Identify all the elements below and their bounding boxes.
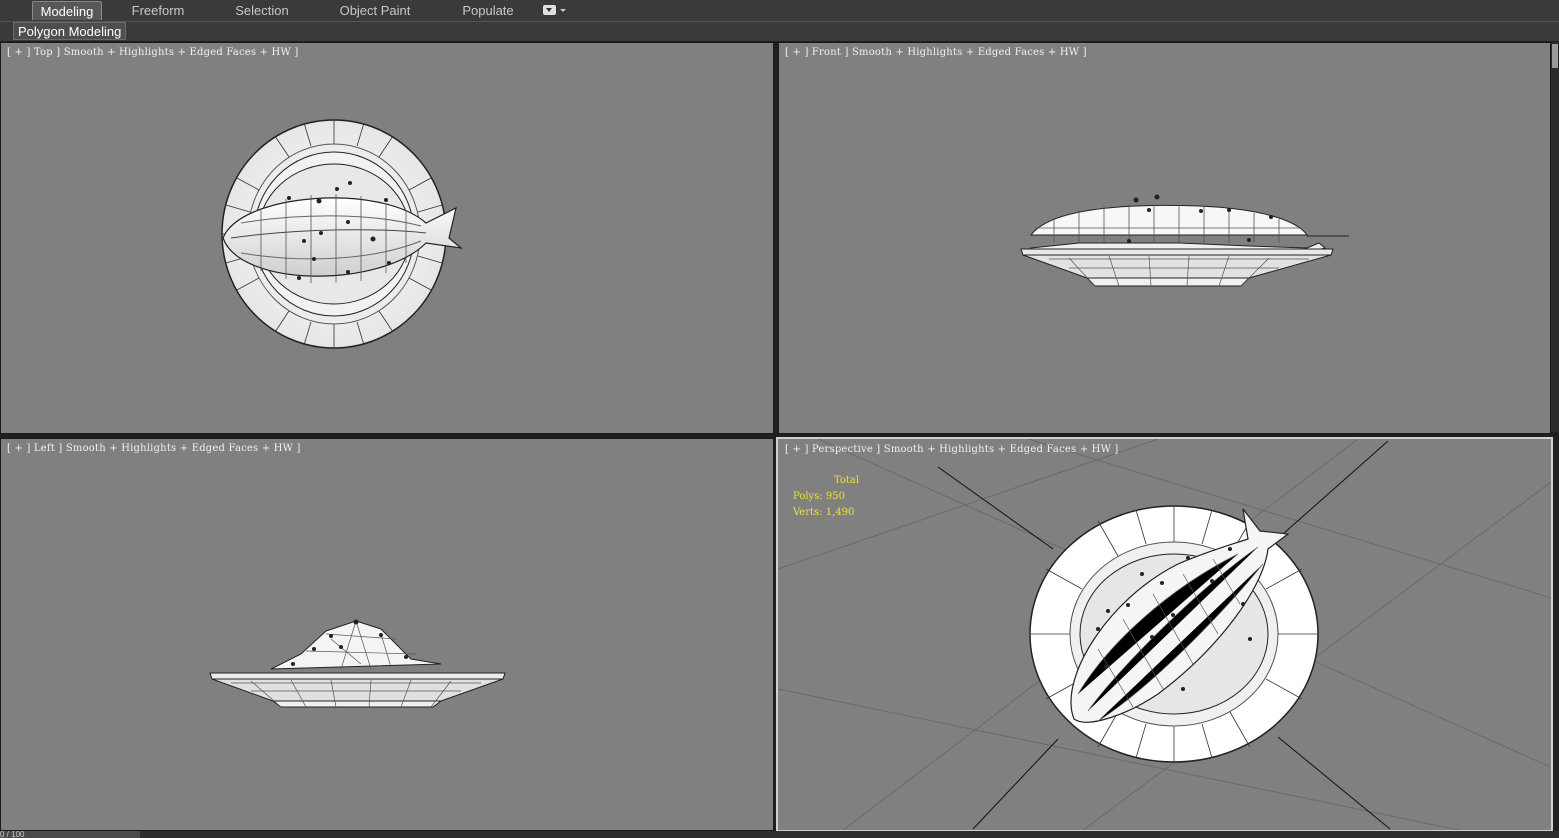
ribbon-subbar: Polygon Modeling <box>0 22 1559 41</box>
viewport-perspective-label[interactable]: [ + ] Perspective ] Smooth + Highlights … <box>785 444 1119 455</box>
front-view-model <box>1020 194 1349 287</box>
ribbon-tabbar: Modeling Freeform Selection Object Paint… <box>0 0 1559 22</box>
chevron-down-icon <box>560 9 566 12</box>
ribbon-options-dropdown[interactable] <box>543 4 567 17</box>
tab-populate[interactable]: Populate <box>454 1 522 20</box>
viewport-perspective[interactable]: [ + ] Perspective ] Smooth + Highlights … <box>776 437 1553 832</box>
tab-selection[interactable]: Selection <box>228 1 296 20</box>
tab-modeling[interactable]: Modeling <box>32 1 102 20</box>
stats-polys: Polys: 950 <box>793 491 845 502</box>
perspective-view-model <box>778 439 1551 830</box>
left-view-model <box>209 619 506 708</box>
viewport-side-scrollbar-thumb[interactable] <box>1552 44 1558 68</box>
ribbon-options-icon <box>543 5 556 15</box>
tab-freeform[interactable]: Freeform <box>124 1 192 20</box>
polygon-modeling-panel-button[interactable]: Polygon Modeling <box>13 22 127 40</box>
stats-verts: Verts: 1,490 <box>793 507 855 518</box>
viewport-left[interactable]: [ + ] Left ] Smooth + Highlights + Edged… <box>0 438 774 831</box>
top-view-model <box>221 119 464 349</box>
viewport-side-scrollbar[interactable] <box>1551 42 1559 432</box>
viewport-front[interactable]: [ + ] Front ] Smooth + Highlights + Edge… <box>778 42 1551 434</box>
viewport-top[interactable]: [ + ] Top ] Smooth + Highlights + Edged … <box>0 42 774 434</box>
time-slider[interactable]: 0 / 100 <box>0 831 140 838</box>
tab-object-paint[interactable]: Object Paint <box>333 1 417 20</box>
stats-title: Total <box>834 475 860 486</box>
timeline-strip <box>0 831 1559 838</box>
